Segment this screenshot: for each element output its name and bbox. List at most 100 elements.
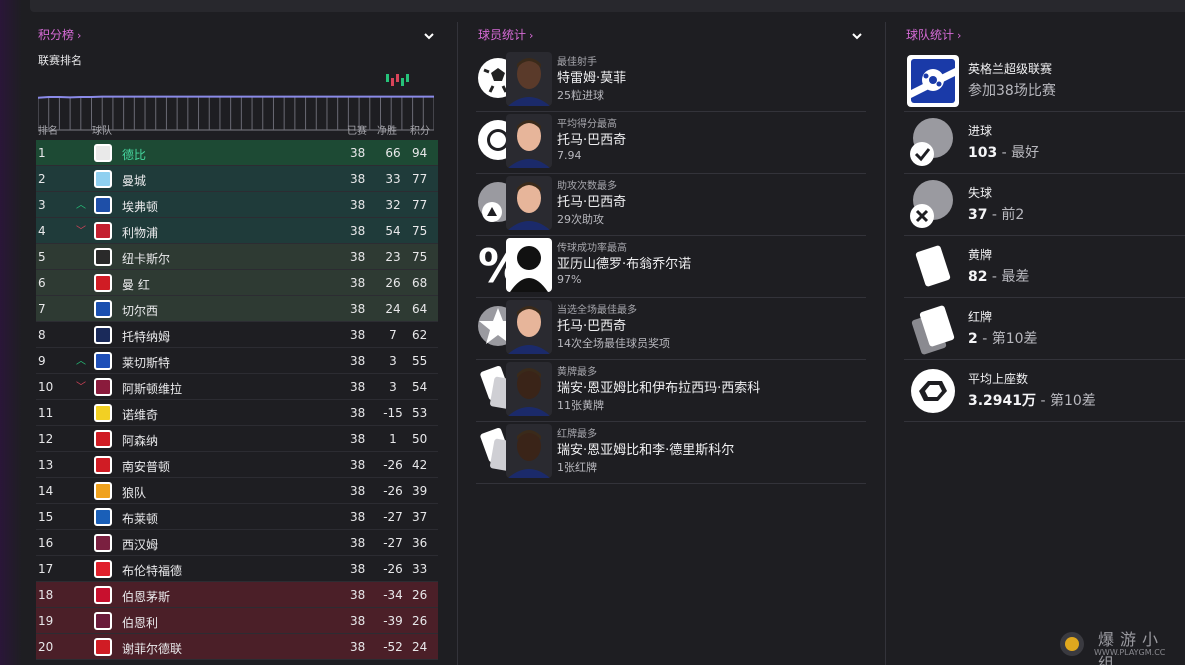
played-count: 38	[350, 458, 366, 472]
team-name[interactable]: 曼城	[122, 172, 146, 189]
team-stats-link[interactable]: 球队统计 ›	[906, 26, 961, 43]
table-row[interactable]: 5 纽卡斯尔 38 23 75	[36, 244, 438, 270]
table-row[interactable]: 1 德比 38 66 94	[36, 140, 438, 166]
player-name[interactable]: 亚历山德罗·布翁乔尔诺	[557, 253, 691, 272]
table-row[interactable]: 15 布莱顿 38 -27 37	[36, 504, 438, 530]
team-name[interactable]: 伯恩茅斯	[122, 588, 170, 605]
chevron-down-icon[interactable]	[850, 29, 864, 43]
table-row[interactable]: 9 ︿ 莱切斯特 38 3 55	[36, 348, 438, 374]
header-pts[interactable]: 积分	[410, 122, 430, 137]
table-row[interactable]: 14 狼队 38 -26 39	[36, 478, 438, 504]
team-stats-title: 球队统计	[906, 28, 955, 42]
team-name[interactable]: 布伦特福德	[122, 562, 182, 579]
league-table-link[interactable]: 积分榜 ›	[38, 26, 81, 43]
table-row[interactable]: 10 ﹀ 阿斯顿维拉 38 3 54	[36, 374, 438, 400]
team-name[interactable]: 西汉姆	[122, 536, 158, 553]
team-name[interactable]: 南安普顿	[122, 458, 170, 475]
table-row[interactable]: 16 西汉姆 38 -27 36	[36, 530, 438, 556]
player-stat-item[interactable]: 当选全场最佳最多 托马·巴西奇 14次全场最佳球员奖项	[476, 298, 866, 360]
team-stat-item[interactable]: 进球 103 - 最好	[904, 112, 1185, 174]
league-info[interactable]: 英格兰超级联赛 参加38场比赛	[904, 50, 1185, 112]
chevron-down-icon[interactable]	[422, 29, 436, 43]
player-name[interactable]: 瑞安·恩亚姆比和伊布拉西玛·西索科	[557, 377, 760, 396]
team-badge-icon	[94, 248, 112, 266]
played-count: 38	[350, 250, 366, 264]
row-position: 4	[38, 224, 46, 238]
player-stat-item[interactable]: 最佳射手 特雷姆·莫菲 25粒进球	[476, 50, 866, 112]
player-name[interactable]: 特雷姆·莫菲	[557, 67, 626, 86]
table-row[interactable]: 20 谢菲尔德联 38 -52 24	[36, 634, 438, 660]
team-badge-icon	[94, 612, 112, 630]
stat-value: 29次助攻	[557, 213, 604, 226]
played-count: 38	[350, 536, 366, 550]
player-name[interactable]: 瑞安·恩亚姆比和李·德里斯科尔	[557, 439, 734, 458]
header-pos[interactable]: 排名	[38, 122, 58, 137]
team-stat-item[interactable]: 红牌 2 - 第10差	[904, 298, 1185, 360]
table-row[interactable]: 3 ︿ 埃弗顿 38 32 77	[36, 192, 438, 218]
player-stat-item[interactable]: % 传球成功率最高 亚历山德罗·布翁乔尔诺 97%	[476, 236, 866, 298]
header-played[interactable]: 已赛	[347, 122, 367, 137]
watermark: 爆游小组 WWW.PLAYGM.CC	[1058, 626, 1180, 665]
player-stat-item[interactable]: 黄牌最多 瑞安·恩亚姆比和伊布拉西玛·西索科 11张黄牌	[476, 360, 866, 422]
header-team[interactable]: 球队	[92, 122, 112, 137]
points: 62	[412, 328, 428, 342]
player-name[interactable]: 托马·巴西奇	[557, 129, 626, 148]
player-stat-item[interactable]: 红牌最多 瑞安·恩亚姆比和李·德里斯科尔 1张红牌	[476, 422, 866, 484]
team-name[interactable]: 狼队	[122, 484, 146, 501]
table-row[interactable]: 6 曼 红 38 26 68	[36, 270, 438, 296]
team-name[interactable]: 布莱顿	[122, 510, 158, 527]
player-stat-item[interactable]: 平均得分最高 托马·巴西奇 7.94	[476, 112, 866, 174]
player-stats-link[interactable]: 球员统计 ›	[478, 26, 533, 43]
points: 94	[412, 146, 428, 160]
team-badge-icon	[94, 586, 112, 604]
team-stat-item[interactable]: 平均上座数 3.2941万 - 第10差	[904, 360, 1185, 422]
team-stat-number: 103	[968, 145, 998, 161]
player-name[interactable]: 托马·巴西奇	[557, 191, 626, 210]
row-position: 3	[38, 198, 46, 212]
table-row[interactable]: 12 阿森纳 38 1 50	[36, 426, 438, 452]
team-name[interactable]: 诺维奇	[122, 406, 158, 423]
team-name[interactable]: 阿斯顿维拉	[122, 380, 182, 397]
played-count: 38	[350, 588, 366, 602]
team-name[interactable]: 莱切斯特	[122, 354, 170, 371]
team-stat-item[interactable]: 失球 37 - 前2	[904, 174, 1185, 236]
header-gd[interactable]: 净胜	[377, 122, 397, 137]
team-name[interactable]: 托特纳姆	[122, 328, 170, 345]
table-row[interactable]: 19 伯恩利 38 -39 26	[36, 608, 438, 634]
table-header: 排名 球队 已赛 净胜 积分	[36, 122, 438, 138]
goal-difference: 66	[385, 146, 401, 160]
team-name[interactable]: 切尔西	[122, 302, 158, 319]
team-name[interactable]: 利物浦	[122, 224, 158, 241]
team-badge-icon	[94, 144, 112, 162]
row-position: 5	[38, 250, 46, 264]
player-stats-title: 球员统计	[478, 28, 527, 42]
table-row[interactable]: 17 布伦特福德 38 -26 33	[36, 556, 438, 582]
team-name[interactable]: 伯恩利	[122, 614, 158, 631]
stat-value: 7.94	[557, 149, 582, 162]
player-name[interactable]: 托马·巴西奇	[557, 315, 626, 334]
table-row[interactable]: 7 切尔西 38 24 64	[36, 296, 438, 322]
table-row[interactable]: 11 诺维奇 38 -15 53	[36, 400, 438, 426]
table-row[interactable]: 18 伯恩茅斯 38 -34 26	[36, 582, 438, 608]
goal-difference: -26	[383, 562, 403, 576]
player-portrait-icon	[506, 362, 552, 416]
team-name[interactable]: 阿森纳	[122, 432, 158, 449]
team-name[interactable]: 德比	[122, 146, 146, 163]
team-name[interactable]: 曼 红	[122, 276, 150, 293]
team-stat-rank: - 第10差	[977, 331, 1038, 347]
team-badge-icon	[94, 378, 112, 396]
goal-difference: -26	[383, 458, 403, 472]
table-row[interactable]: 8 托特纳姆 38 7 62	[36, 322, 438, 348]
goals-check-icon	[910, 118, 953, 166]
move-up-icon: ︿	[76, 200, 86, 211]
team-stat-item[interactable]: 黄牌 82 - 最差	[904, 236, 1185, 298]
goal-difference: 3	[389, 380, 397, 394]
player-stat-item[interactable]: 助攻次数最多 托马·巴西奇 29次助攻	[476, 174, 866, 236]
team-name[interactable]: 纽卡斯尔	[122, 250, 170, 267]
table-row[interactable]: 13 南安普顿 38 -26 42	[36, 452, 438, 478]
team-name[interactable]: 谢菲尔德联	[122, 640, 182, 657]
table-row[interactable]: 4 ﹀ 利物浦 38 54 75	[36, 218, 438, 244]
team-name[interactable]: 埃弗顿	[122, 198, 158, 215]
table-row[interactable]: 2 曼城 38 33 77	[36, 166, 438, 192]
league-table-panel: 积分榜 › 联赛排名 排名 球队 已赛 净胜 积分 1 德比 38 66 94 2 曼城 38 3…	[36, 26, 438, 665]
